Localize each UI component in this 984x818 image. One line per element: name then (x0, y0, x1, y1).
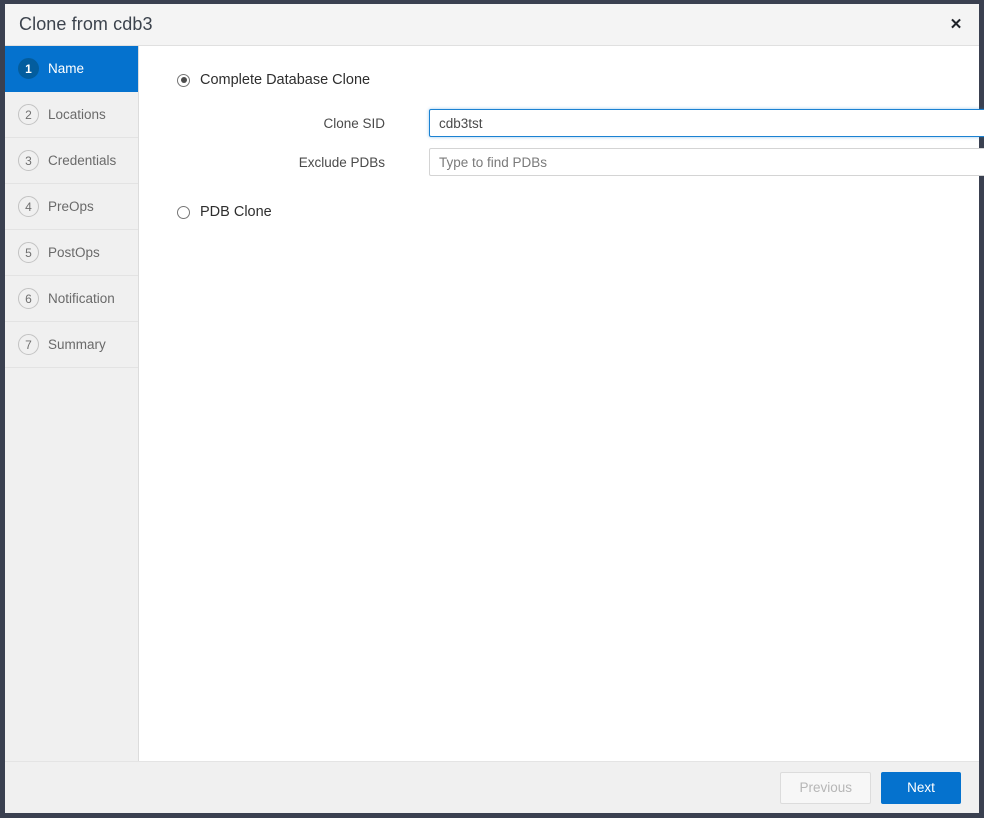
field-row-clone-sid: Clone SID (177, 109, 984, 137)
sidebar-item-label: Name (48, 61, 84, 76)
exclude-pdbs-label: Exclude PDBs (177, 155, 429, 170)
sidebar-item-credentials[interactable]: 3 Credentials (5, 138, 138, 184)
step-number-badge: 5 (18, 242, 39, 263)
step-number-badge: 2 (18, 104, 39, 125)
close-icon[interactable]: ✕ (943, 12, 969, 38)
step-number-badge: 4 (18, 196, 39, 217)
dialog-header: Clone from cdb3 ✕ (5, 4, 979, 46)
sidebar-item-label: Locations (48, 107, 106, 122)
next-button[interactable]: Next (881, 772, 961, 804)
exclude-pdbs-input[interactable] (429, 148, 984, 176)
sidebar-item-notification[interactable]: 6 Notification (5, 276, 138, 322)
sidebar-item-label: Notification (48, 291, 115, 306)
radio-label-pdb-clone: PDB Clone (200, 204, 272, 220)
dialog-footer: Previous Next (5, 761, 979, 813)
step-number-badge: 7 (18, 334, 39, 355)
sidebar-item-label: Summary (48, 337, 106, 352)
previous-button[interactable]: Previous (780, 772, 871, 804)
dialog-body: 1 Name 2 Locations 3 Credentials 4 PreOp… (5, 46, 979, 761)
radio-label-complete-database-clone: Complete Database Clone (200, 72, 370, 88)
page-title: Clone from cdb3 (5, 14, 153, 35)
sidebar-item-preops[interactable]: 4 PreOps (5, 184, 138, 230)
field-row-exclude-pdbs: Exclude PDBs (177, 148, 984, 176)
step-number-badge: 3 (18, 150, 39, 171)
radio-option-complete-database-clone[interactable]: Complete Database Clone (177, 72, 370, 88)
step-number-badge: 6 (18, 288, 39, 309)
sidebar-item-postops[interactable]: 5 PostOps (5, 230, 138, 276)
sidebar-item-name[interactable]: 1 Name (5, 46, 138, 92)
clone-sid-input[interactable] (429, 109, 984, 137)
sidebar-item-summary[interactable]: 7 Summary (5, 322, 138, 368)
step-number-badge: 1 (18, 58, 39, 79)
step-content-name: Complete Database Clone Clone SID Exclud… (139, 46, 979, 761)
wizard-step-sidebar: 1 Name 2 Locations 3 Credentials 4 PreOp… (5, 46, 139, 761)
radio-option-pdb-clone[interactable]: PDB Clone (177, 204, 272, 220)
sidebar-item-label: Credentials (48, 153, 116, 168)
clone-sid-label: Clone SID (177, 116, 429, 131)
sidebar-item-label: PreOps (48, 199, 94, 214)
radio-button-complete-database-clone[interactable] (177, 74, 190, 87)
clone-wizard-dialog: Clone from cdb3 ✕ 1 Name 2 Locations 3 C… (5, 4, 979, 813)
sidebar-item-label: PostOps (48, 245, 100, 260)
radio-button-pdb-clone[interactable] (177, 206, 190, 219)
sidebar-item-locations[interactable]: 2 Locations (5, 92, 138, 138)
